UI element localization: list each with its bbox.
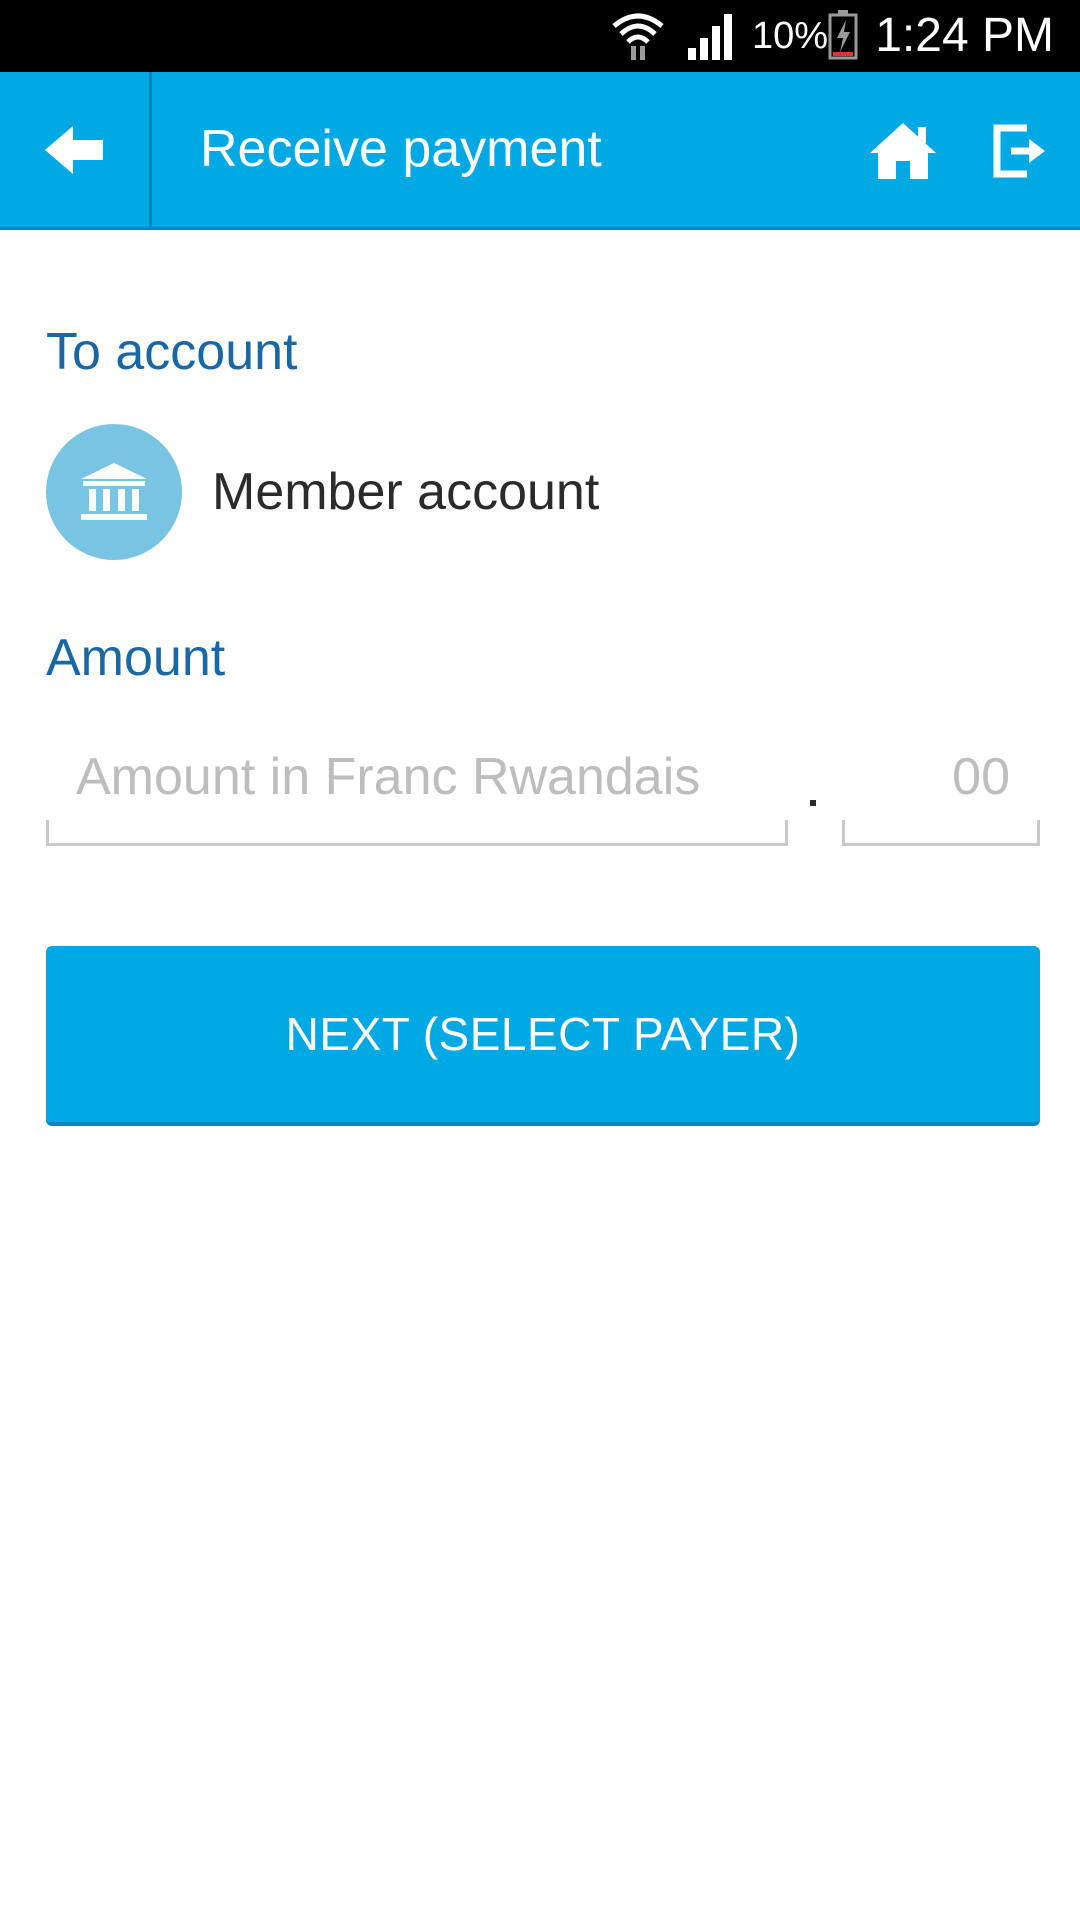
next-select-payer-button[interactable]: NEXT (SELECT PAYER) (46, 946, 1040, 1126)
amount-input[interactable] (76, 742, 766, 812)
decimals-underline (842, 820, 1040, 846)
back-arrow-icon (44, 125, 103, 174)
logout-button[interactable] (978, 108, 1064, 194)
account-selector[interactable]: Member account (46, 424, 1036, 560)
home-icon (870, 123, 936, 179)
decimals-input[interactable] (860, 742, 1010, 812)
home-button[interactable] (860, 108, 946, 194)
app-bar: Receive payment (0, 72, 1080, 230)
amount-underline (46, 820, 788, 846)
wifi-icon (612, 13, 664, 60)
battery-charging-icon (828, 10, 858, 60)
decimals-field (842, 720, 1040, 846)
status-bar: 10% 1:24 PM (0, 0, 1080, 72)
amount-field (46, 720, 788, 846)
amount-label: Amount (46, 629, 226, 687)
bank-icon (46, 424, 182, 560)
clock: 1:24 PM (875, 9, 1054, 62)
battery-percent: 10% (752, 15, 829, 57)
signal-icon (688, 14, 732, 60)
page-title: Receive payment (200, 120, 602, 178)
decimal-separator (810, 800, 816, 806)
logout-icon (993, 124, 1045, 178)
back-button[interactable] (0, 72, 152, 227)
to-account-label: To account (46, 323, 298, 381)
account-name: Member account (212, 463, 600, 521)
